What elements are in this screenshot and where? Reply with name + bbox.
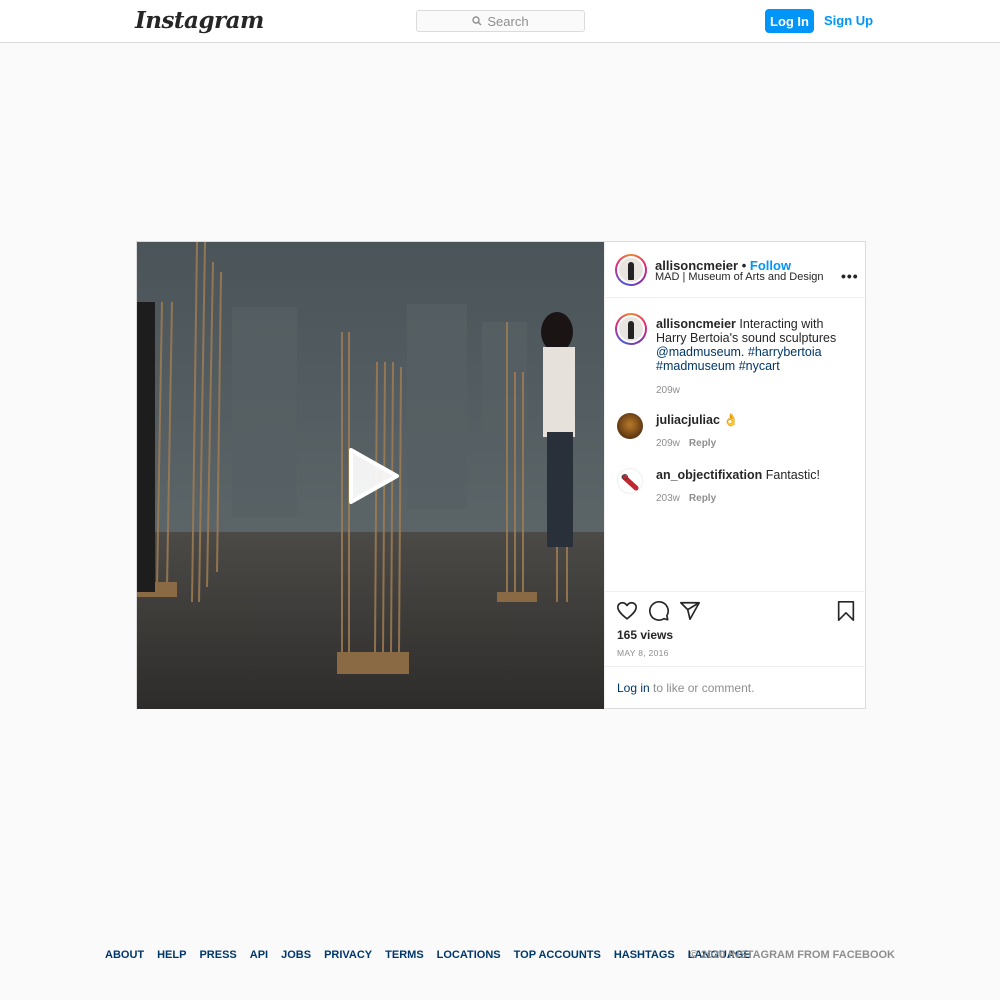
- comment-body: Fantastic!: [765, 468, 820, 482]
- footer-links: ABOUT HELP PRESS API JOBS PRIVACY TERMS …: [105, 949, 751, 961]
- post-date[interactable]: MAY 8, 2016: [617, 648, 669, 658]
- signup-button[interactable]: Sign Up: [824, 13, 873, 28]
- comment-meta: 209w Reply: [656, 437, 716, 451]
- search-icon: [472, 16, 482, 26]
- footer-link-jobs[interactable]: JOBS: [281, 949, 311, 961]
- view-count[interactable]: 165 views: [617, 628, 673, 642]
- caption-username[interactable]: allisoncmeier: [656, 317, 736, 331]
- top-nav: Instagram Search Log In Sign Up: [0, 0, 1000, 43]
- hashtag-link[interactable]: #madmuseum: [656, 359, 735, 373]
- comment-text: an_objectifixation Fantastic!: [656, 468, 851, 482]
- hashtag-link[interactable]: #nycart: [739, 359, 780, 373]
- reply-button[interactable]: Reply: [689, 493, 716, 504]
- comment: juliacjuliac 👌 209w Reply: [617, 413, 857, 453]
- instagram-logo[interactable]: Instagram: [135, 7, 264, 34]
- footer: ABOUT HELP PRESS API JOBS PRIVACY TERMS …: [105, 949, 895, 963]
- share-icon[interactable]: [679, 600, 701, 622]
- copyright: © 2020 INSTAGRAM FROM FACEBOOK: [689, 949, 895, 961]
- comment-text: juliacjuliac 👌: [656, 413, 851, 427]
- footer-link-hashtags[interactable]: HASHTAGS: [614, 949, 675, 961]
- footer-link-terms[interactable]: TERMS: [385, 949, 424, 961]
- hashtag-link[interactable]: #harrybertoia: [748, 345, 822, 359]
- bookmark-icon[interactable]: [835, 600, 857, 622]
- comment-icon[interactable]: [648, 600, 670, 622]
- comment: an_objectifixation Fantastic! 203w Reply: [617, 468, 857, 508]
- comment-username[interactable]: juliacjuliac: [656, 413, 720, 427]
- more-options-icon[interactable]: •••: [841, 268, 859, 284]
- caption-text: allisoncmeier Interacting with Harry Ber…: [656, 317, 851, 373]
- comment-age[interactable]: 203w: [656, 493, 680, 504]
- comment-avatar[interactable]: [617, 413, 643, 439]
- login-button[interactable]: Log In: [765, 9, 814, 33]
- post-actions: 165 views MAY 8, 2016: [605, 591, 867, 666]
- login-prompt: Log in to like or comment.: [605, 666, 867, 709]
- post-header: allisoncmeier • Follow MAD | Museum of A…: [605, 242, 867, 298]
- login-link[interactable]: Log in: [617, 681, 650, 695]
- search-placeholder: Search: [487, 13, 529, 29]
- footer-link-privacy[interactable]: PRIVACY: [324, 949, 372, 961]
- footer-link-about[interactable]: ABOUT: [105, 949, 144, 961]
- video-player[interactable]: [137, 242, 604, 709]
- reply-button[interactable]: Reply: [689, 438, 716, 449]
- avatar[interactable]: [615, 254, 647, 286]
- footer-link-locations[interactable]: LOCATIONS: [437, 949, 501, 961]
- comment-avatar[interactable]: [617, 468, 643, 494]
- comment-body: 👌: [723, 413, 739, 427]
- footer-link-top-accounts[interactable]: TOP ACCOUNTS: [514, 949, 601, 961]
- comment-username[interactable]: an_objectifixation: [656, 468, 762, 482]
- search-input[interactable]: Search: [416, 10, 585, 32]
- footer-link-press[interactable]: PRESS: [199, 949, 236, 961]
- post-card: allisoncmeier • Follow MAD | Museum of A…: [136, 241, 867, 709]
- caption-avatar[interactable]: [615, 313, 647, 345]
- comment-meta: 203w Reply: [656, 492, 716, 506]
- location-link[interactable]: MAD | Museum of Arts and Design: [655, 271, 824, 283]
- play-icon[interactable]: [345, 446, 401, 506]
- avatar-image: [621, 474, 639, 491]
- heart-icon[interactable]: [616, 600, 638, 622]
- caption: allisoncmeier Interacting with Harry Ber…: [615, 313, 857, 403]
- mention-link[interactable]: @madmuseum.: [656, 345, 744, 359]
- caption-age[interactable]: 209w: [656, 384, 680, 398]
- footer-link-api[interactable]: API: [250, 949, 268, 961]
- post-sidebar: allisoncmeier • Follow MAD | Museum of A…: [604, 242, 867, 709]
- footer-link-help[interactable]: HELP: [157, 949, 186, 961]
- comment-age[interactable]: 209w: [656, 438, 680, 449]
- login-prompt-text: to like or comment.: [653, 681, 755, 695]
